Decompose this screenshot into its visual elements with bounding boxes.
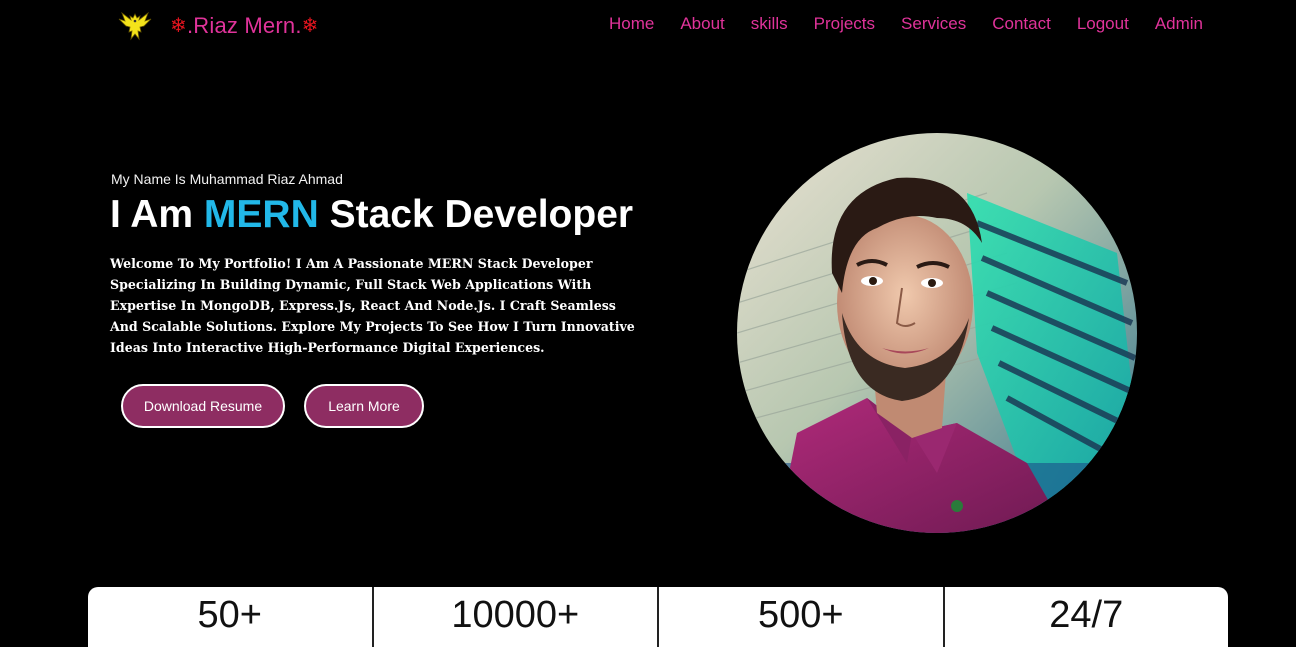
stat-card: 50+: [88, 587, 374, 647]
hero-description: Welcome To My Portfolio! I Am A Passiona…: [110, 256, 635, 355]
stat-value: 500+: [757, 594, 844, 636]
stat-value: 10000+: [451, 594, 580, 636]
brand-name: ❄ .Riaz Mern. ❄: [170, 13, 319, 39]
brand[interactable]: ❄ .Riaz Mern. ❄: [118, 10, 319, 42]
nav-admin[interactable]: Admin: [1155, 14, 1203, 34]
nav-logout[interactable]: Logout: [1077, 14, 1129, 34]
brand-label: .Riaz Mern.: [186, 13, 302, 38]
stat-card: 500+: [659, 587, 945, 647]
nav-about[interactable]: About: [680, 14, 724, 34]
heading-accent: MERN: [203, 193, 319, 236]
eagle-logo-icon: [118, 11, 152, 41]
snowflake-icon: ❄: [301, 15, 319, 37]
profile-photo: [737, 133, 1137, 533]
learn-more-button[interactable]: Learn More: [304, 384, 424, 428]
hero-intro: My Name Is Muhammad Riaz Ahmad: [111, 171, 343, 187]
nav-services[interactable]: Services: [901, 14, 966, 34]
stat-value: 50+: [197, 594, 262, 636]
nav-links: Home About skills Projects Services Cont…: [583, 14, 1203, 34]
snowflake-icon: ❄: [170, 15, 187, 37]
stats-bar: 50+ 10000+ 500+ 24/7: [88, 587, 1228, 647]
heading-prefix: I Am: [110, 193, 204, 236]
stat-value: 24/7: [1049, 594, 1124, 636]
nav-skills[interactable]: skills: [751, 14, 788, 34]
stat-card: 24/7: [945, 587, 1229, 647]
nav-projects[interactable]: Projects: [814, 14, 875, 34]
nav-contact[interactable]: Contact: [992, 14, 1051, 34]
nav-home[interactable]: Home: [609, 14, 654, 34]
heading-suffix: Stack Developer: [318, 193, 634, 236]
navbar: ❄ .Riaz Mern. ❄ Home About skills Projec…: [0, 0, 1296, 50]
stat-card: 10000+: [374, 587, 659, 647]
download-resume-button[interactable]: Download Resume: [121, 384, 285, 428]
profile-photo-illustration: [737, 133, 1137, 533]
hero-heading: I Am MERN Stack Developer: [110, 193, 633, 237]
